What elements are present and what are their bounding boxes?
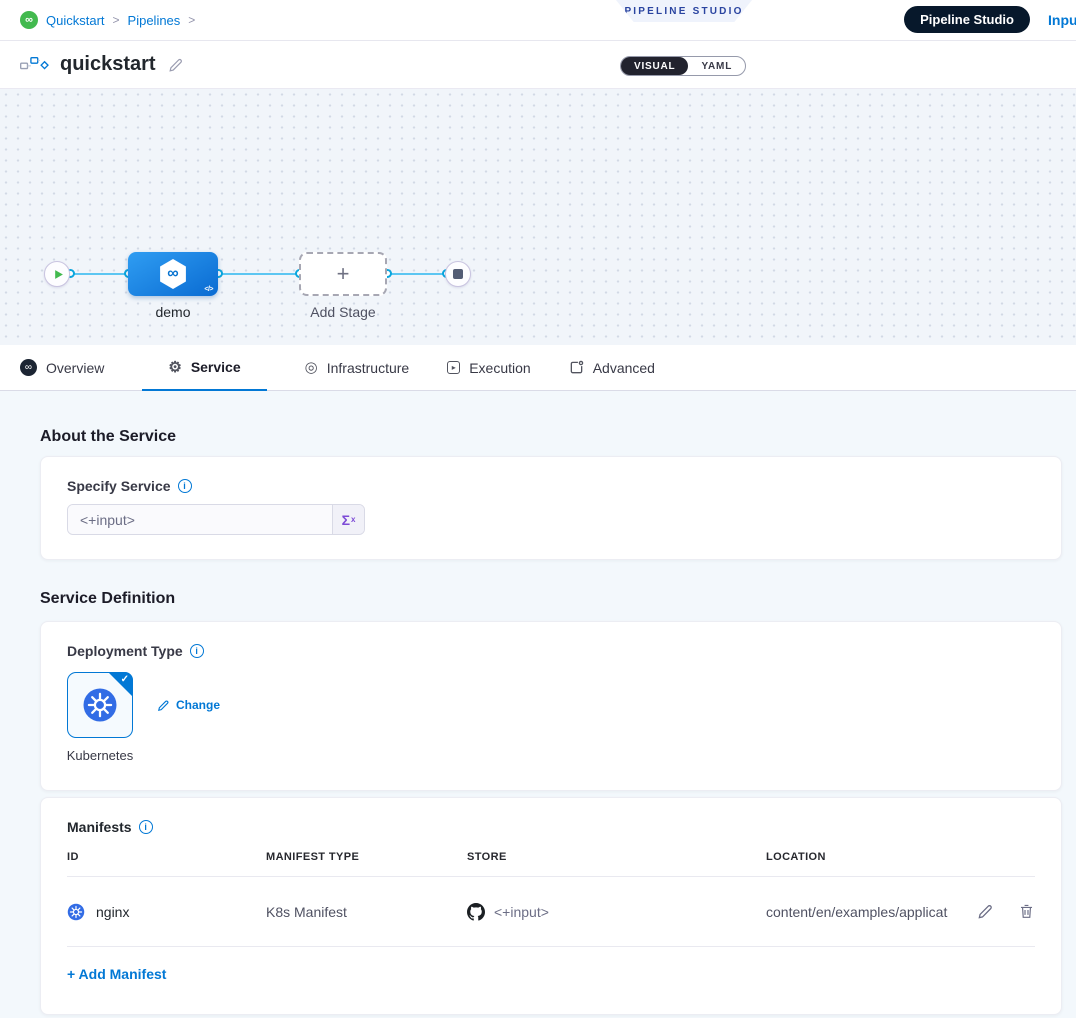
manifests-table: ID MANIFEST TYPE STORE LOCATION [67, 851, 1035, 947]
toggle-yaml[interactable]: YAML [688, 57, 745, 75]
github-icon [467, 903, 485, 921]
plus-icon: + [337, 261, 350, 287]
service-definition-heading: Service Definition [40, 590, 1062, 608]
manifests-card: Manifests i ID MANIFEST TYPE STORE LOCAT… [40, 797, 1062, 1015]
change-deployment-type-link[interactable]: Change [157, 698, 220, 712]
pencil-icon [977, 903, 994, 920]
page-title: quickstart [60, 53, 156, 76]
add-stage-node[interactable]: + [299, 252, 387, 296]
start-node[interactable] [44, 261, 70, 287]
manifests-heading: Manifests [67, 819, 132, 835]
edge-addstage-to-end [387, 273, 446, 275]
change-label: Change [176, 698, 220, 712]
check-icon: ✓ [121, 674, 129, 685]
info-icon[interactable]: i [178, 479, 192, 493]
service-input[interactable] [68, 505, 332, 534]
specify-service-label: Specify Service [67, 478, 171, 494]
info-icon[interactable]: i [139, 820, 153, 834]
deployment-type-card: Deployment Type i ✓ [40, 621, 1062, 791]
deployment-type-label: Deployment Type [67, 643, 183, 659]
stage-tabs: ∞ Overview ⚙ Service ◎ Infrastructure ▸ … [0, 345, 1076, 391]
column-id: ID [67, 851, 266, 863]
edit-manifest-button[interactable] [977, 903, 994, 920]
manifest-store: <+input> [494, 904, 549, 920]
toggle-visual[interactable]: VISUAL [621, 57, 688, 75]
stage-node-demo[interactable]: ∞ </> [128, 252, 218, 296]
input-sets-link[interactable]: Inpu [1048, 12, 1076, 28]
sigma-icon: Σ [342, 512, 350, 528]
tab-label: Service [191, 359, 241, 375]
breadcrumb-pipelines[interactable]: Pipelines [128, 13, 181, 28]
tab-label: Infrastructure [327, 360, 409, 376]
add-stage-label: Add Stage [292, 304, 394, 320]
top-bar: ∞ Quickstart > Pipelines > PIPELINE STUD… [0, 0, 1076, 41]
end-node[interactable] [445, 261, 471, 287]
table-row[interactable]: nginx K8s Manifest <+input> content/en/e… [67, 877, 1035, 947]
breadcrumb-separator: > [188, 13, 195, 27]
service-tab-content: About the Service Specify Service i Σx S… [0, 391, 1076, 1018]
table-header-row: ID MANIFEST TYPE STORE LOCATION [67, 851, 1035, 877]
pipeline-canvas[interactable]: ∞ </> demo + Add Stage [0, 89, 1076, 345]
tab-overview[interactable]: ∞ Overview [20, 345, 104, 390]
pipeline-studio-page: { "topbar": { "breadcrumb": { "items": [… [0, 0, 1076, 1018]
kubernetes-type-tile[interactable]: ✓ [67, 672, 133, 738]
breadcrumb-separator: > [113, 13, 120, 27]
gear-icon: ⚙ [168, 360, 181, 375]
visual-yaml-toggle: VISUAL YAML [620, 56, 746, 76]
pipeline-icon [20, 56, 50, 73]
edge-start-to-stage [70, 273, 128, 275]
overview-icon: ∞ [20, 359, 37, 376]
add-manifest-link[interactable]: + Add Manifest [67, 966, 166, 982]
manifest-type: K8s Manifest [266, 904, 467, 920]
column-location: LOCATION [766, 851, 1035, 863]
sigma-sup: x [351, 515, 355, 524]
breadcrumb-quickstart[interactable]: Quickstart [46, 13, 105, 28]
kubernetes-icon [67, 903, 85, 921]
execution-play-icon: ▸ [447, 361, 460, 374]
infrastructure-icon: ◎ [305, 360, 318, 375]
column-manifest-type: MANIFEST TYPE [266, 851, 467, 863]
kubernetes-caption: Kubernetes [65, 748, 135, 763]
pipeline-studio-ribbon: PIPELINE STUDIO [616, 0, 752, 22]
tab-advanced[interactable]: Advanced [569, 345, 655, 390]
breadcrumb: ∞ Quickstart > Pipelines > [20, 11, 195, 29]
tab-label: Overview [46, 360, 104, 376]
specify-service-card: Specify Service i Σx [40, 456, 1062, 560]
info-icon[interactable]: i [190, 644, 204, 658]
expression-button[interactable]: Σx [332, 505, 364, 534]
edge-stage-to-addstage [218, 273, 299, 275]
harness-deploy-icon: ∞ [158, 259, 188, 289]
pipeline-studio-button[interactable]: Pipeline Studio [904, 6, 1030, 33]
edit-pipeline-name-button[interactable] [168, 57, 184, 73]
delete-manifest-button[interactable] [1018, 903, 1035, 920]
tab-infrastructure[interactable]: ◎ Infrastructure [305, 345, 410, 390]
advanced-icon [569, 360, 584, 375]
column-store: STORE [467, 851, 766, 863]
service-input-group: Σx [67, 504, 365, 535]
code-badge-icon: </> [204, 286, 213, 293]
play-icon [53, 269, 64, 280]
title-bar: quickstart VISUAL YAML [0, 41, 1076, 89]
stop-icon [453, 269, 463, 279]
pencil-icon [168, 57, 184, 73]
tab-service[interactable]: ⚙ Service [142, 345, 266, 391]
trash-icon [1018, 903, 1035, 920]
stage-label: demo [128, 304, 218, 320]
tab-label: Advanced [593, 360, 655, 376]
tab-label: Execution [469, 360, 530, 376]
about-service-heading: About the Service [40, 428, 1062, 446]
tab-execution[interactable]: ▸ Execution [447, 345, 530, 390]
pencil-icon [157, 699, 170, 712]
manifest-id: nginx [96, 904, 129, 920]
harness-logo-icon: ∞ [20, 11, 38, 29]
manifest-location: content/en/examples/applicat [766, 904, 963, 920]
